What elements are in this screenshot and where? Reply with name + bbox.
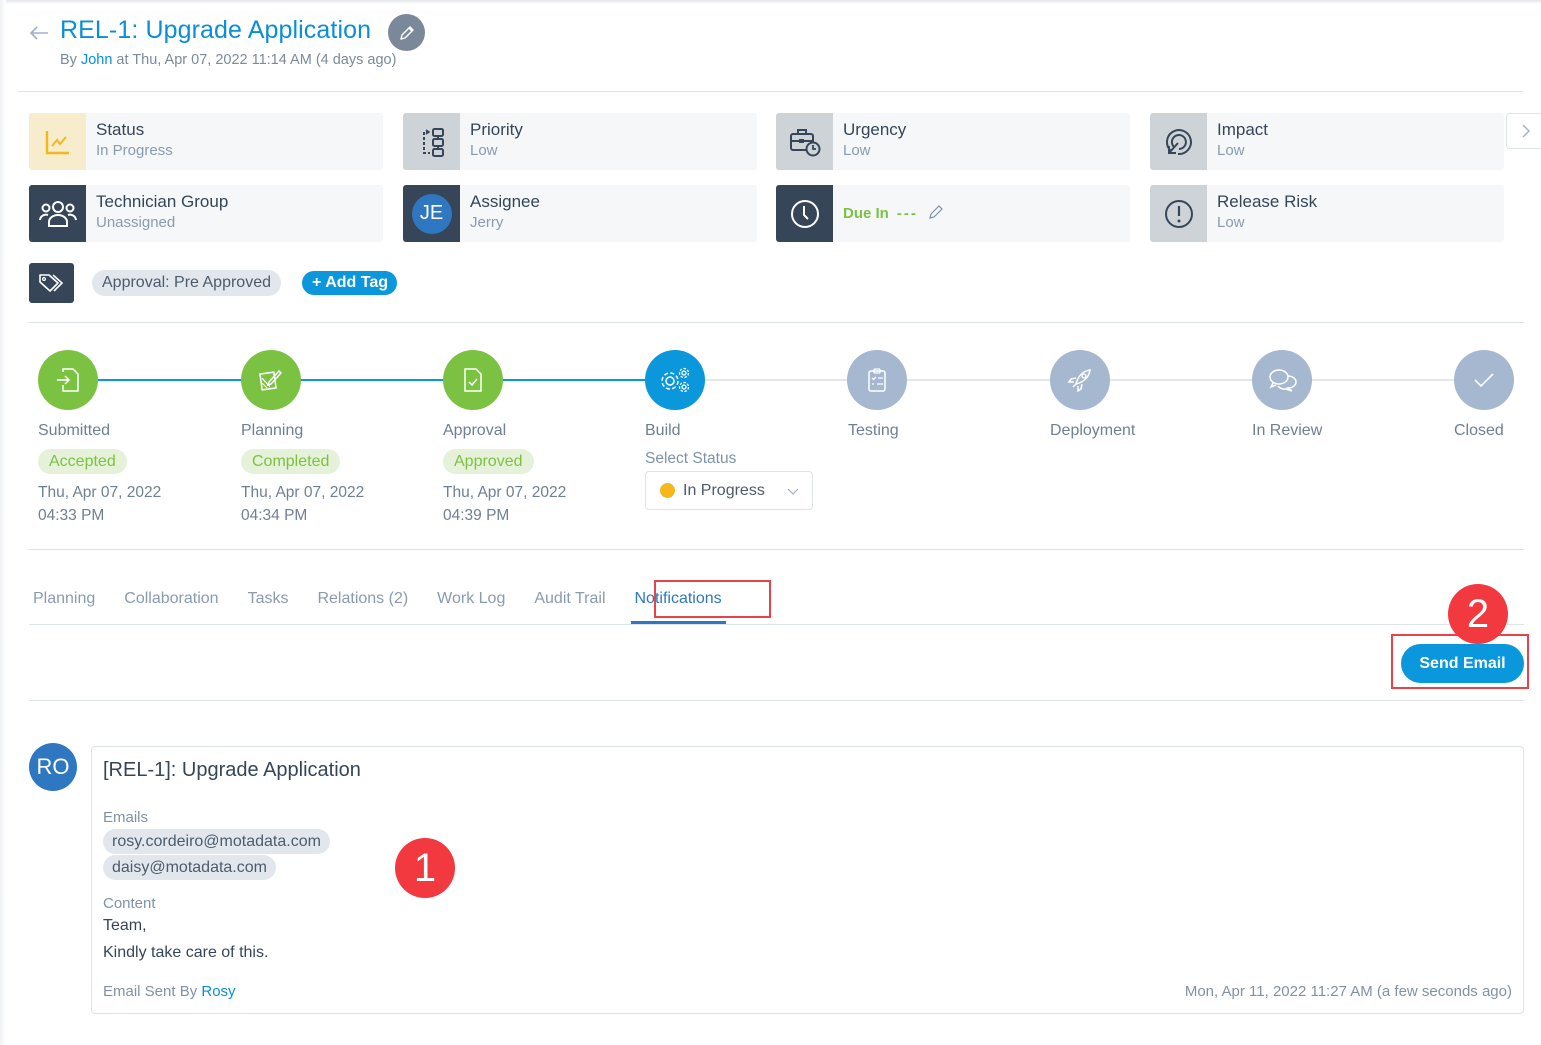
step-closed[interactable]: Closed (1454, 350, 1514, 439)
highlight-box-notifications (654, 580, 771, 618)
pencil-icon (399, 25, 414, 40)
tab-bar: Planning Collaboration Tasks Relations (… (33, 590, 751, 624)
users-group-icon (29, 185, 86, 242)
due-in-card: Due In --- (776, 185, 1130, 242)
assignee-avatar: JE (411, 193, 452, 234)
step-testing[interactable]: Testing (847, 350, 907, 439)
tab-planning[interactable]: Planning (33, 590, 95, 608)
tab-work-log[interactable]: Work Log (437, 590, 505, 608)
annotation-marker-2: 2 (1448, 584, 1508, 644)
impact-card[interactable]: Impact Low (1150, 113, 1504, 170)
briefcase-clock-icon (776, 113, 833, 170)
document-check-icon (443, 350, 503, 410)
next-cards-button[interactable] (1506, 113, 1541, 149)
document-arrow-icon (38, 350, 98, 410)
step-status-badge: Accepted (38, 449, 127, 474)
due-in-value: --- (896, 205, 918, 222)
page-title: REL-1: Upgrade Application (60, 16, 372, 44)
chevron-down-icon (786, 484, 800, 503)
planning-edit-icon (241, 350, 301, 410)
content-line: Kindly take care of this. (103, 944, 269, 961)
clipboard-checklist-icon (847, 350, 907, 410)
sent-timestamp: Mon, Apr 11, 2022 11:27 AM (a few second… (1184, 983, 1512, 1000)
assignee-card[interactable]: JE Assignee Jerry (403, 185, 757, 242)
step-status-badge: Approved (443, 449, 534, 474)
actions-divider (29, 700, 1524, 701)
byline: By John at Thu, Apr 07, 2022 11:14 AM (4… (60, 52, 397, 68)
tab-collaboration[interactable]: Collaboration (124, 590, 218, 608)
tabs-divider (29, 624, 1524, 625)
step-in-review[interactable]: In Review (1252, 350, 1322, 439)
email-recipient-chip: rosy.cordeiro@motadata.com (103, 829, 330, 854)
step-submitted[interactable]: Submitted Accepted Thu, Apr 07, 2022 04:3… (38, 350, 161, 524)
tab-audit-trail[interactable]: Audit Trail (534, 590, 605, 608)
step-approval[interactable]: Approval Approved Thu, Apr 07, 2022 04:39… (443, 350, 566, 524)
select-status-label: Select Status (645, 450, 737, 467)
priority-flow-icon (403, 113, 460, 170)
due-in-label: Due In (843, 205, 889, 222)
alert-circle-icon (1150, 185, 1207, 242)
tab-tasks[interactable]: Tasks (248, 590, 289, 608)
stepper-divider (29, 549, 1524, 550)
email-recipient-chip: daisy@motadata.com (103, 855, 276, 880)
notification-card: [REL-1]: Upgrade Application Emails rosy… (91, 746, 1524, 1014)
sender-avatar: RO (29, 743, 77, 791)
step-build[interactable]: Build (645, 350, 705, 439)
tag-chip[interactable]: Approval: Pre Approved (92, 270, 281, 296)
edit-due-pencil-icon[interactable] (928, 204, 944, 224)
gears-icon (645, 350, 705, 410)
tags-divider (29, 322, 1524, 323)
step-deployment[interactable]: Deployment (1050, 350, 1135, 439)
email-subject: [REL-1]: Upgrade Application (103, 759, 361, 781)
back-arrow-icon[interactable] (28, 22, 50, 44)
checkmark-icon (1454, 350, 1514, 410)
tab-relations[interactable]: Relations (2) (317, 590, 408, 608)
status-value: In Progress (96, 142, 173, 159)
chevron-right-icon (1522, 124, 1530, 138)
step-planning[interactable]: Planning Completed Thu, Apr 07, 2022 04:3… (241, 350, 364, 524)
target-cursor-icon (1150, 113, 1207, 170)
add-tag-button[interactable]: + Add Tag (302, 271, 397, 295)
urgency-card[interactable]: Urgency Low (776, 113, 1130, 170)
status-dot (660, 483, 675, 498)
release-risk-card[interactable]: Release Risk Low (1150, 185, 1504, 242)
step-status-badge: Completed (241, 449, 341, 474)
status-card[interactable]: Status In Progress (29, 113, 383, 170)
priority-card[interactable]: Priority Low (403, 113, 757, 170)
progress-line-completed (98, 379, 646, 381)
emails-label: Emails (103, 809, 149, 826)
status-select[interactable]: In Progress (645, 471, 813, 510)
chat-bubbles-icon (1252, 350, 1312, 410)
window-left-shadow (0, 0, 6, 1045)
header-divider (18, 91, 1523, 92)
content-line: Team, (103, 917, 147, 934)
sender-link[interactable]: Rosy (201, 983, 235, 1000)
sent-by: Email Sent By Rosy (103, 983, 236, 1000)
author-link[interactable]: John (81, 52, 112, 68)
annotation-marker-1: 1 (395, 838, 455, 898)
rocket-icon (1050, 350, 1110, 410)
window-top-shadow (0, 0, 1541, 4)
chart-line-icon (29, 113, 86, 170)
clock-icon (776, 185, 833, 242)
tag-icon (29, 263, 74, 303)
technician-group-card[interactable]: Technician Group Unassigned (29, 185, 383, 242)
edit-title-button[interactable] (388, 14, 425, 51)
content-label: Content (103, 895, 156, 912)
highlight-box-send-email (1391, 634, 1529, 689)
